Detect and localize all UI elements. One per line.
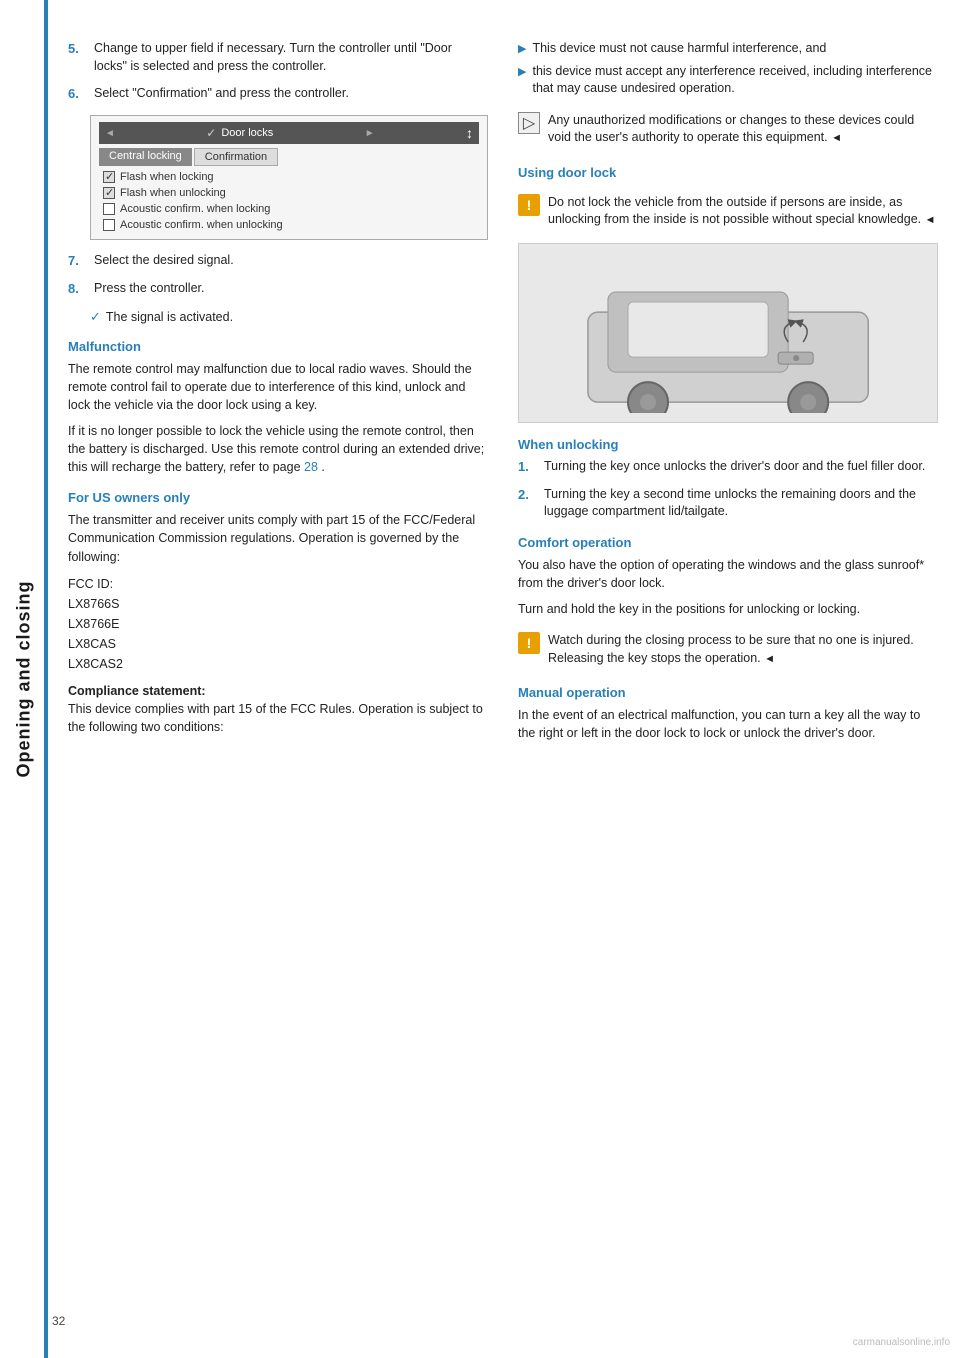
comfort-operation-heading: Comfort operation xyxy=(518,535,938,550)
door-lock-warning-text: Do not lock the vehicle from the outside… xyxy=(548,194,938,229)
menu-item-label-0: Flash when locking xyxy=(120,171,214,183)
for-us-owners-heading: For US owners only xyxy=(68,490,488,505)
step-7: 7. Select the desired signal. xyxy=(68,252,488,270)
step-6: 6. Select "Confirmation" and press the c… xyxy=(68,85,488,103)
step-5-number: 5. xyxy=(68,40,90,75)
sidebar-blue-bar xyxy=(44,0,48,1358)
menu-item-1: Flash when unlocking xyxy=(99,185,479,201)
warning-icon-door-lock: ! xyxy=(518,194,540,216)
menu-title-bar: ◄ ✓ Door locks ► ↕ xyxy=(99,122,479,144)
bullet-triangle-0: ▶ xyxy=(518,42,526,55)
note-text-content: Any unauthorized modifications or change… xyxy=(548,113,914,145)
unlock-step-1-number: 1. xyxy=(518,458,540,476)
door-lock-end-mark: ◄ xyxy=(925,214,936,226)
left-column: 5. Change to upper field if necessary. T… xyxy=(68,40,488,1318)
bullet-triangle-1: ▶ xyxy=(518,65,526,78)
step-5: 5. Change to upper field if necessary. T… xyxy=(68,40,488,75)
fcc-id-2: LX8766E xyxy=(68,614,488,634)
checkmark-item: ✓ The signal is activated. xyxy=(90,309,488,325)
step-6-number: 6. xyxy=(68,85,90,103)
menu-item-0: Flash when locking xyxy=(99,169,479,185)
step-5-text: Change to upper field if necessary. Turn… xyxy=(94,40,488,75)
unlock-step-2: 2. Turning the key a second time unlocks… xyxy=(518,486,938,521)
checkmark-label: The signal is activated. xyxy=(106,310,233,324)
watermark: carmanualsonline.info xyxy=(853,1337,950,1348)
malfunction-heading: Malfunction xyxy=(68,339,488,354)
note-icon: ▷ xyxy=(518,112,540,134)
checkbox-acoustic-locking xyxy=(103,203,115,215)
comfort-warning-text: Watch during the closing process to be s… xyxy=(548,632,938,667)
sidebar-label: Opening and closing xyxy=(14,580,35,777)
step-8-number: 8. xyxy=(68,280,90,298)
page-container: Opening and closing 5. Change to upper f… xyxy=(0,0,960,1358)
step-7-text: Select the desired signal. xyxy=(94,252,488,270)
step-7-number: 7. xyxy=(68,252,90,270)
menu-item-3: Acoustic confirm. when unlocking xyxy=(99,217,479,233)
compliance-heading: Compliance statement: xyxy=(68,684,206,698)
menu-item-label-2: Acoustic confirm. when locking xyxy=(120,203,270,215)
manual-operation-heading: Manual operation xyxy=(518,685,938,700)
car-illustration xyxy=(518,243,938,423)
comfort-para2: Turn and hold the key in the positions f… xyxy=(518,600,938,618)
menu-title: Door locks xyxy=(221,127,273,139)
comfort-end-mark: ◄ xyxy=(764,653,775,665)
menu-item-label-3: Acoustic confirm. when unlocking xyxy=(120,219,283,231)
unlock-step-1: 1. Turning the key once unlocks the driv… xyxy=(518,458,938,476)
comfort-warning-content: Watch during the closing process to be s… xyxy=(548,633,914,665)
checkmark-icon: ✓ xyxy=(206,126,216,140)
checkbox-acoustic-unlocking xyxy=(103,219,115,231)
menu-item-label-1: Flash when unlocking xyxy=(120,187,226,199)
unlock-step-2-text: Turning the key a second time unlocks th… xyxy=(544,486,938,521)
sidebar: Opening and closing xyxy=(0,0,48,1358)
tab-central-locking[interactable]: Central locking xyxy=(99,148,192,166)
bullet-item-1: ▶ this device must accept any interferen… xyxy=(518,63,938,98)
menu-item-2: Acoustic confirm. when locking xyxy=(99,201,479,217)
nav-left: ◄ xyxy=(105,128,115,139)
malfunction-para1: The remote control may malfunction due t… xyxy=(68,360,488,414)
tab-confirmation[interactable]: Confirmation xyxy=(194,148,278,166)
malfunction-para2: If it is no longer possible to lock the … xyxy=(68,422,488,476)
nav-right: ► xyxy=(365,128,375,139)
page-number: 32 xyxy=(52,1314,65,1328)
door-lock-warning-content: Do not lock the vehicle from the outside… xyxy=(548,195,921,227)
checkbox-flash-locking xyxy=(103,171,115,183)
malfunction-page-link[interactable]: 28 xyxy=(304,460,318,474)
step-6-text: Select "Confirmation" and press the cont… xyxy=(94,85,488,103)
bullet-text-0: This device must not cause harmful inter… xyxy=(532,40,826,58)
step-8: 8. Press the controller. xyxy=(68,280,488,298)
note-end-mark: ◄ xyxy=(831,132,842,144)
unlock-step-1-text: Turning the key once unlocks the driver'… xyxy=(544,458,938,476)
menu-tabs: Central locking Confirmation xyxy=(99,148,479,166)
when-unlocking-heading: When unlocking xyxy=(518,437,938,452)
scroll-icon: ↕ xyxy=(466,125,473,141)
comfort-warning: ! Watch during the closing process to be… xyxy=(518,628,938,671)
door-lock-warning: ! Do not lock the vehicle from the outsi… xyxy=(518,190,938,233)
fcc-id-1: LX8766S xyxy=(68,594,488,614)
manual-para: In the event of an electrical malfunctio… xyxy=(518,706,938,742)
unlock-step-2-number: 2. xyxy=(518,486,540,521)
right-column: ▶ This device must not cause harmful int… xyxy=(518,40,938,1318)
checkmark-symbol: ✓ xyxy=(90,309,101,325)
compliance-statement: Compliance statement: This device compli… xyxy=(68,682,488,736)
fcc-id-0: FCC ID: xyxy=(68,574,488,594)
using-door-lock-heading: Using door lock xyxy=(518,165,938,180)
fcc-ids: FCC ID: LX8766S LX8766E LX8CAS LX8CAS2 xyxy=(68,574,488,674)
car-svg xyxy=(540,252,916,412)
note-text: Any unauthorized modifications or change… xyxy=(548,112,938,147)
fcc-id-4: LX8CAS2 xyxy=(68,654,488,674)
warning-icon-comfort: ! xyxy=(518,632,540,654)
malfunction-para2-text: If it is no longer possible to lock the … xyxy=(68,424,484,474)
main-content: 5. Change to upper field if necessary. T… xyxy=(48,0,960,1358)
bullet-item-0: ▶ This device must not cause harmful int… xyxy=(518,40,938,58)
for-us-owners-para1: The transmitter and receiver units compl… xyxy=(68,511,488,565)
malfunction-para2-end: . xyxy=(321,460,324,474)
fcc-id-3: LX8CAS xyxy=(68,634,488,654)
compliance-text: This device complies with part 15 of the… xyxy=(68,702,483,734)
bullet-text-1: this device must accept any interference… xyxy=(532,63,938,98)
step-8-text: Press the controller. xyxy=(94,280,488,298)
comfort-para1: You also have the option of operating th… xyxy=(518,556,938,592)
note-box: ▷ Any unauthorized modifications or chan… xyxy=(518,108,938,151)
checkbox-flash-unlocking xyxy=(103,187,115,199)
menu-image: ◄ ✓ Door locks ► ↕ Central locking Confi… xyxy=(90,115,488,240)
